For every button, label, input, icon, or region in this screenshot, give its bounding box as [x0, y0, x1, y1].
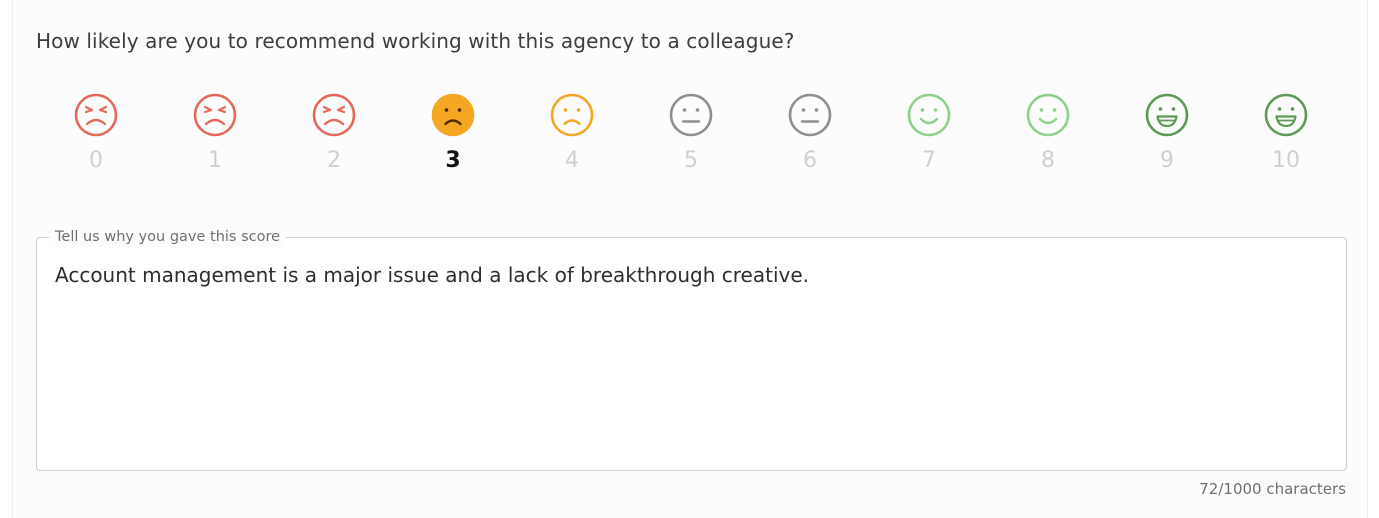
character-counter: 72/1000 characters — [1199, 480, 1346, 498]
score-label: 9 — [1160, 148, 1174, 173]
sad-face-icon — [430, 92, 476, 138]
score-label: 8 — [1041, 148, 1055, 173]
score-label: 5 — [684, 148, 698, 173]
angry-face-icon — [192, 92, 238, 138]
comment-text[interactable]: Account management is a major issue and … — [55, 263, 1325, 287]
score-label: 6 — [803, 148, 817, 173]
neutral-face-icon — [787, 92, 833, 138]
angry-face-icon — [73, 92, 119, 138]
score-label: 1 — [208, 148, 222, 173]
survey-card: How likely are you to recommend working … — [12, 0, 1368, 518]
comment-label: Tell us why you gave this score — [49, 227, 287, 247]
sad-face-icon — [549, 92, 595, 138]
score-label: 4 — [565, 148, 579, 173]
smile-face-icon — [1025, 92, 1071, 138]
score-option-2[interactable]: 2 — [294, 92, 374, 174]
score-option-0[interactable]: 0 — [56, 92, 136, 174]
grin-face-icon — [1263, 92, 1309, 138]
nps-scale: 0 1 2 3 4 5 6 7 8 9 10 — [13, 0, 1367, 200]
grin-face-icon — [1144, 92, 1190, 138]
angry-face-icon — [311, 92, 357, 138]
score-option-5[interactable]: 5 — [651, 92, 731, 174]
score-option-4[interactable]: 4 — [532, 92, 612, 174]
score-label: 3 — [445, 148, 461, 173]
score-option-10[interactable]: 10 — [1246, 92, 1326, 174]
score-label: 2 — [327, 148, 341, 173]
comment-field[interactable]: Tell us why you gave this score Account … — [36, 227, 1347, 471]
score-label: 0 — [89, 148, 103, 173]
score-option-8[interactable]: 8 — [1008, 92, 1088, 174]
smile-face-icon — [906, 92, 952, 138]
score-option-3[interactable]: 3 — [413, 92, 493, 174]
score-option-1[interactable]: 1 — [175, 92, 255, 174]
score-option-9[interactable]: 9 — [1127, 92, 1207, 174]
score-label: 10 — [1272, 148, 1300, 173]
score-label: 7 — [922, 148, 936, 173]
neutral-face-icon — [668, 92, 714, 138]
score-option-7[interactable]: 7 — [889, 92, 969, 174]
score-option-6[interactable]: 6 — [770, 92, 850, 174]
